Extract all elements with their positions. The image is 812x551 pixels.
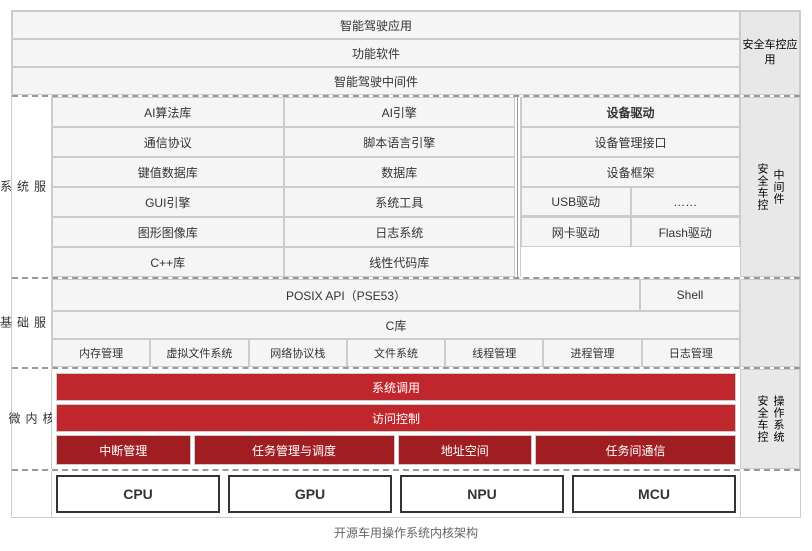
divider-v bbox=[517, 97, 518, 277]
cell-kv-db: 键值数据库 bbox=[52, 157, 284, 187]
shell: Shell bbox=[640, 279, 740, 311]
addr-space: 地址空间 bbox=[398, 435, 533, 465]
sys-row-5: 图形图像库 日志系统 bbox=[52, 217, 515, 247]
cell-comm-protocol: 通信协议 bbox=[52, 127, 284, 157]
device-driver-block: 设备驱动 设备管理接口 设备框架 USB驱动 …… 网卡驱动 Flash驱动 bbox=[520, 97, 740, 277]
sys-left-grid: AI算法库 AI引擎 通信协议 脚本语言引擎 键值数据库 数据库 GUI引擎 系… bbox=[52, 97, 515, 277]
sys-section: 系统服务 AI算法库 AI引擎 通信协议 脚本语言引擎 键值数据库 数据 bbox=[12, 95, 800, 277]
mem-mgmt: 内存管理 bbox=[52, 339, 150, 367]
top-main: 智能驾驶应用 功能软件 智能驾驶中间件 bbox=[12, 11, 740, 95]
flash-driver: Flash驱动 bbox=[631, 217, 741, 247]
cell-linear-lib: 线性代码库 bbox=[284, 247, 516, 277]
posix-api: POSIX API（PSE53） bbox=[52, 279, 640, 311]
architecture-diagram: 智能驾驶应用 功能软件 智能驾驶中间件 安全车控应用 系统服务 AI算法库 AI… bbox=[11, 10, 801, 518]
top-right-label: 安全车控应用 bbox=[740, 11, 800, 95]
cell-cpp-lib: C++库 bbox=[52, 247, 284, 277]
row-intelligent-driving-app: 智能驾驶应用 bbox=[12, 11, 740, 39]
log-mgmt: 日志管理 bbox=[642, 339, 740, 367]
driver-row-1: USB驱动 …… bbox=[521, 187, 740, 217]
basic-label: 基础服务 bbox=[12, 279, 52, 367]
sys-row-2: 通信协议 脚本语言引擎 bbox=[52, 127, 515, 157]
ipc: 任务间通信 bbox=[535, 435, 736, 465]
bottom-section: CPU GPU NPU MCU bbox=[12, 469, 800, 517]
kernel-main: 系统调用 访问控制 中断管理 任务管理与调度 地址空间 任务间通信 bbox=[52, 369, 740, 469]
interrupt-mgmt: 中断管理 bbox=[56, 435, 191, 465]
sys-right-label: 安全车控中间件 bbox=[740, 97, 800, 277]
kernel-section: 微内核 系统调用 访问控制 中断管理 任务管理与调度 地址空间 任务间通信 安全… bbox=[12, 367, 800, 469]
diagram-caption: 开源车用操作系统内核架构 bbox=[334, 524, 478, 541]
device-mgmt-interface: 设备管理接口 bbox=[521, 127, 740, 157]
npu-cell: NPU bbox=[400, 475, 564, 513]
sys-row-4: GUI引擎 系统工具 bbox=[52, 187, 515, 217]
cell-db: 数据库 bbox=[284, 157, 516, 187]
driver-row-2: 网卡驱动 Flash驱动 bbox=[521, 217, 740, 247]
basic-right-placeholder bbox=[740, 279, 800, 367]
network-driver: 网卡驱动 bbox=[521, 217, 631, 247]
cell-gui: GUI引擎 bbox=[52, 187, 284, 217]
cpu-cell: CPU bbox=[56, 475, 220, 513]
syscall: 系统调用 bbox=[56, 373, 736, 401]
bottom-right-spacer bbox=[740, 471, 800, 517]
cell-script-engine: 脚本语言引擎 bbox=[284, 127, 516, 157]
sys-row-3: 键值数据库 数据库 bbox=[52, 157, 515, 187]
sys-row-6: C++库 线性代码库 bbox=[52, 247, 515, 277]
bottom-left-spacer bbox=[12, 471, 52, 517]
c-library: C库 bbox=[52, 311, 740, 339]
proc-mgmt: 进程管理 bbox=[543, 339, 641, 367]
posix-row: POSIX API（PSE53） Shell bbox=[52, 279, 740, 311]
thread-mgmt: 线程管理 bbox=[445, 339, 543, 367]
row-intelligent-driving-middleware: 智能驾驶中间件 bbox=[12, 67, 740, 95]
ellipsis: …… bbox=[631, 187, 741, 216]
gpu-cell: GPU bbox=[228, 475, 392, 513]
fs: 文件系统 bbox=[347, 339, 445, 367]
cell-ai-engine: AI引擎 bbox=[284, 97, 516, 127]
sys-main: AI算法库 AI引擎 通信协议 脚本语言引擎 键值数据库 数据库 GUI引擎 系… bbox=[52, 97, 740, 277]
top-section: 智能驾驶应用 功能软件 智能驾驶中间件 安全车控应用 bbox=[12, 11, 800, 95]
access-control: 访问控制 bbox=[56, 404, 736, 432]
usb-driver: USB驱动 bbox=[521, 187, 631, 216]
sys-content-row: AI算法库 AI引擎 通信协议 脚本语言引擎 键值数据库 数据库 GUI引擎 系… bbox=[52, 97, 740, 277]
cell-ai-lib: AI算法库 bbox=[52, 97, 284, 127]
cell-sys-tools: 系统工具 bbox=[284, 187, 516, 217]
row-functional-software: 功能软件 bbox=[12, 39, 740, 67]
basic-section: 基础服务 POSIX API（PSE53） Shell C库 内存管理 虚拟文件… bbox=[12, 277, 800, 367]
device-framework: 设备框架 bbox=[521, 157, 740, 187]
sys-row-1: AI算法库 AI引擎 bbox=[52, 97, 515, 127]
cell-log-sys: 日志系统 bbox=[284, 217, 516, 247]
vfs: 虚拟文件系统 bbox=[150, 339, 248, 367]
sys-label: 系统服务 bbox=[12, 97, 52, 277]
kernel-bottom-row: 中断管理 任务管理与调度 地址空间 任务间通信 bbox=[56, 435, 736, 465]
task-mgmt: 任务管理与调度 bbox=[194, 435, 395, 465]
basic-main: POSIX API（PSE53） Shell C库 内存管理 虚拟文件系统 网络… bbox=[52, 279, 740, 367]
basic-bottom-row: 内存管理 虚拟文件系统 网络协议栈 文件系统 线程管理 进程管理 日志管理 bbox=[52, 339, 740, 367]
kernel-right-label: 安全车控操作系统 bbox=[740, 369, 800, 469]
mcu-cell: MCU bbox=[572, 475, 736, 513]
kernel-label: 微内核 bbox=[12, 369, 52, 469]
device-driver-title: 设备驱动 bbox=[521, 97, 740, 127]
net-stack: 网络协议栈 bbox=[249, 339, 347, 367]
cell-graphics-lib: 图形图像库 bbox=[52, 217, 284, 247]
